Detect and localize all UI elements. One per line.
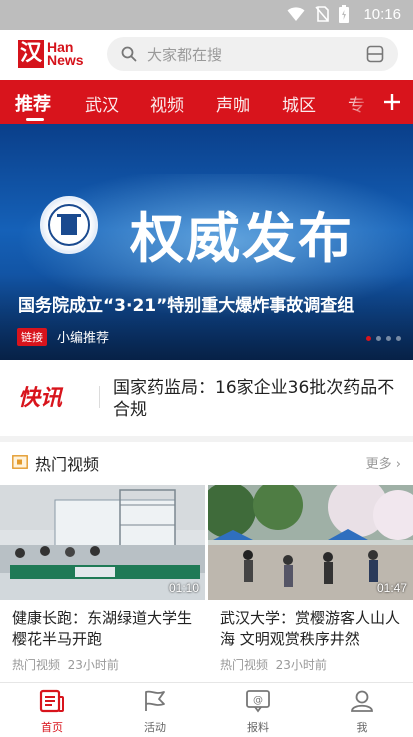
video-time: 23小时前 xyxy=(275,658,327,672)
video-meta: 热门视频 23小时前 xyxy=(12,656,205,673)
section-header: 热门视频 更多 › xyxy=(0,442,413,482)
news-icon xyxy=(39,689,64,713)
video-category: 热门视频 xyxy=(220,658,269,672)
video-card[interactable]: 01:10 健康长跑：东湖绿道大学生樱花半马开跑 热门视频 23小时前 xyxy=(0,485,205,673)
nav-home[interactable]: 首页 xyxy=(22,689,82,735)
nav-label: 首页 xyxy=(41,721,63,734)
category-tabs: 推荐 武汉 视频 声咖 城区 专 xyxy=(0,80,413,124)
report-icon: @ xyxy=(246,690,270,713)
battery-icon xyxy=(339,5,350,23)
logo-line-2: News xyxy=(47,52,84,68)
carousel-dot xyxy=(376,336,381,341)
section-title: 热门视频 xyxy=(35,455,100,474)
hannews-logo[interactable]: 汉 Han News xyxy=(18,40,84,68)
tab-audio[interactable]: 声咖 xyxy=(216,91,250,116)
more-link[interactable]: 更多 › xyxy=(366,453,401,472)
video-card[interactable]: 01:47 武汉大学：赏樱游客人山人海 文明观赏秩序井然 热门视频 23小时前 xyxy=(208,485,413,673)
nav-me[interactable]: 我 xyxy=(332,689,392,735)
bottom-nav: 首页 活动 @ 报料 我 xyxy=(0,682,413,737)
flash-text[interactable]: 国家药监局：16家企业36批次药品不合规 xyxy=(113,377,403,421)
wifi-icon xyxy=(287,7,305,21)
chevron-right-icon: › xyxy=(395,457,401,472)
carousel-dot xyxy=(386,336,391,341)
tab-district[interactable]: 城区 xyxy=(282,91,316,116)
tab-video[interactable]: 视频 xyxy=(150,91,184,116)
nav-report[interactable]: @ 报料 xyxy=(228,689,288,735)
add-channel-icon[interactable] xyxy=(381,88,403,116)
hot-video-section: 热门视频 更多 › 01:10 健康长跑：东湖绿道大学生樱花半马开跑 热门视频 … xyxy=(0,442,413,682)
logo-mark: 汉 xyxy=(18,40,44,68)
status-bar: 10:16 xyxy=(0,0,413,30)
carousel-dots xyxy=(366,336,401,341)
banner-big-text: 权威发布 xyxy=(130,207,354,270)
logo-words: Han News xyxy=(47,40,84,68)
banner-shade xyxy=(0,274,413,360)
video-thumbnail[interactable]: 01:47 xyxy=(208,485,413,600)
xinhua-emblem xyxy=(40,196,98,254)
video-title[interactable]: 武汉大学：赏樱游客人山人海 文明观赏秩序井然 xyxy=(220,608,403,650)
no-sim-icon xyxy=(315,6,330,22)
active-tab-indicator xyxy=(26,118,44,121)
search-bar[interactable]: 大家都在搜 xyxy=(107,37,398,71)
user-icon xyxy=(351,690,373,712)
scan-icon[interactable] xyxy=(366,45,384,63)
search-placeholder: 大家都在搜 xyxy=(147,46,223,64)
divider xyxy=(99,386,100,408)
tab-recommend[interactable]: 推荐 xyxy=(15,90,51,116)
banner-source: 小编推荐 xyxy=(57,331,110,346)
carousel-dot xyxy=(396,336,401,341)
banner-tag: 链接 xyxy=(17,328,47,346)
flag-icon xyxy=(145,690,165,711)
tab-wuhan[interactable]: 武汉 xyxy=(85,91,119,116)
video-time: 23小时前 xyxy=(67,658,119,672)
clock: 10:16 xyxy=(363,5,401,23)
banner-carousel[interactable]: 权威发布 国务院成立“3·21”特别重大爆炸事故调查组 链接 小编推荐 xyxy=(0,124,413,360)
nav-label: 活动 xyxy=(144,721,166,734)
nav-label: 我 xyxy=(356,721,368,734)
video-section-icon xyxy=(12,455,28,469)
video-duration: 01:10 xyxy=(168,581,199,595)
flash-news[interactable]: 快讯 国家药监局：16家企业36批次药品不合规 xyxy=(0,360,413,436)
nav-activity[interactable]: 活动 xyxy=(125,689,185,735)
video-duration: 01:47 xyxy=(376,581,407,595)
svg-text:@: @ xyxy=(253,695,263,706)
tab-fade xyxy=(347,80,373,124)
app-header: 汉 Han News 大家都在搜 xyxy=(0,30,413,80)
flash-badge: 快讯 xyxy=(18,385,63,411)
carousel-dot xyxy=(366,336,371,341)
nav-label: 报料 xyxy=(247,721,269,734)
more-label: 更多 xyxy=(365,457,392,472)
video-meta: 热门视频 23小时前 xyxy=(220,656,413,673)
video-title[interactable]: 健康长跑：东湖绿道大学生樱花半马开跑 xyxy=(12,608,195,650)
search-icon xyxy=(121,46,137,62)
video-category: 热门视频 xyxy=(12,658,61,672)
video-thumbnail[interactable]: 01:10 xyxy=(0,485,205,600)
banner-headline[interactable]: 国务院成立“3·21”特别重大爆炸事故调查组 xyxy=(18,291,354,316)
